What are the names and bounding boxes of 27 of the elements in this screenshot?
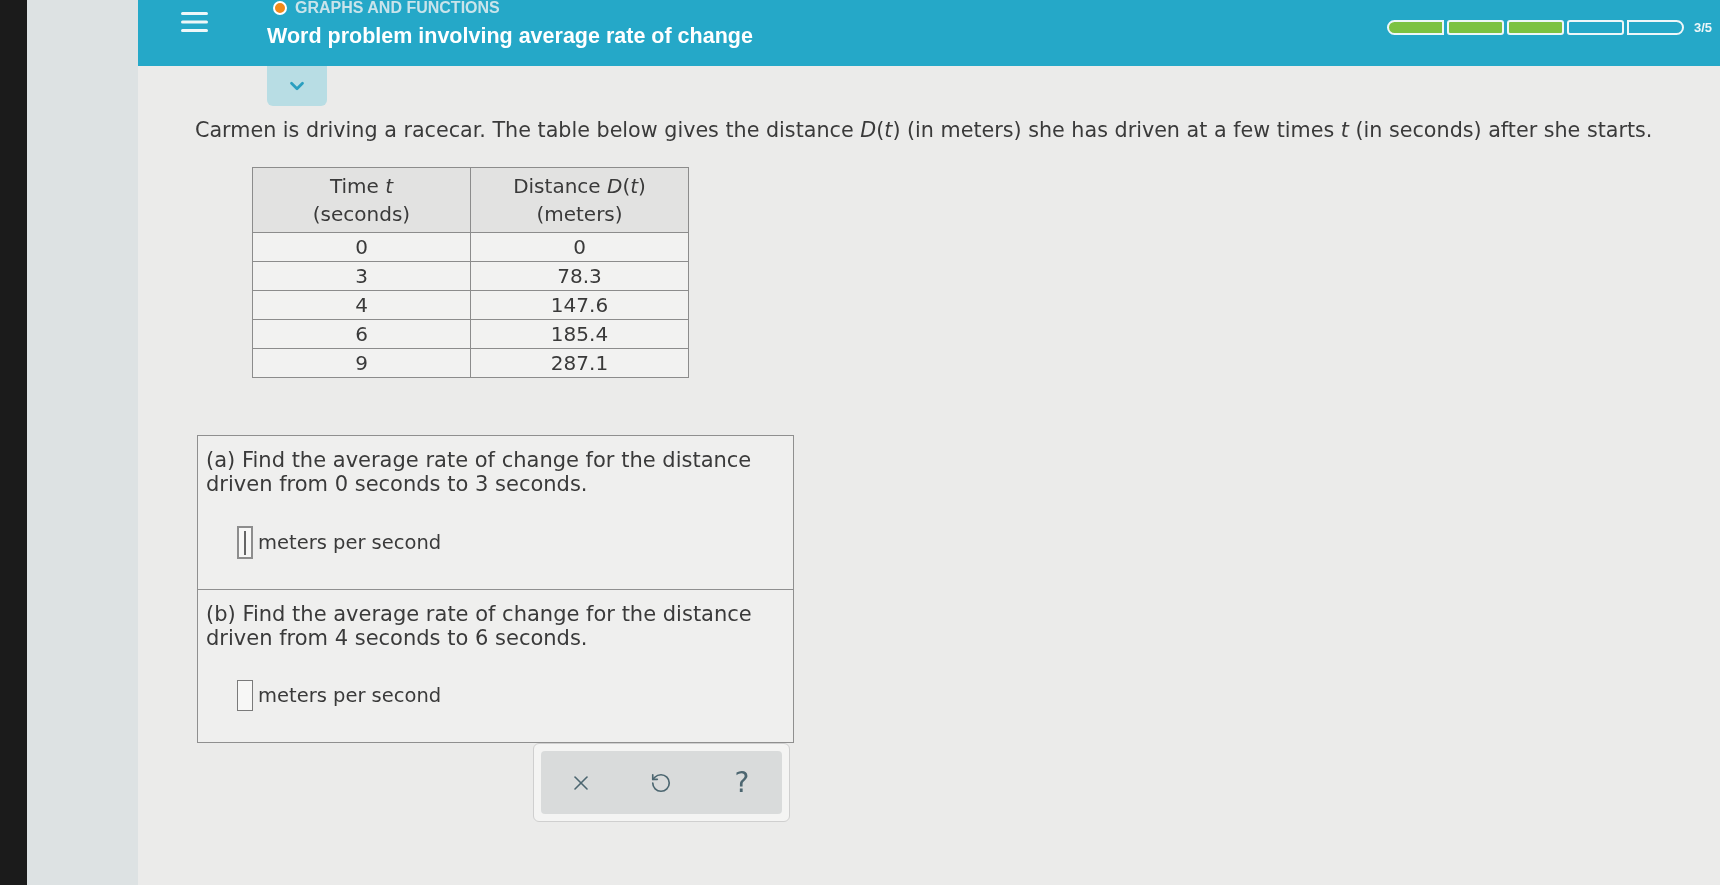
table-cell: 4 — [252, 290, 471, 320]
column-header: Time t (seconds) — [252, 167, 471, 233]
table-cell: 78.3 — [470, 261, 689, 291]
table-cell: 0 — [470, 232, 689, 262]
progress-label: 3/5 — [1693, 19, 1712, 37]
table-cell: 185.4 — [470, 319, 689, 349]
answer-field[interactable] — [237, 680, 253, 711]
question-text: (a) Find the average rate of change for the distance driven from 0 seconds to 3 seconds. — [206, 448, 753, 496]
menu-button[interactable] — [181, 11, 208, 33]
undo-icon — [650, 771, 673, 794]
page-title: Word problem involving average rate of change — [267, 23, 753, 49]
table-cell: 6 — [252, 319, 471, 349]
table-cell: 147.6 — [470, 290, 689, 320]
problem-text: Carmen is driving a racecar. The table below gives the distance D(t) (in meters) she has driven at a few times t (in seconds) after she starts. — [195, 117, 1653, 144]
table-cell: 9 — [252, 348, 471, 378]
table-cell: 3 — [252, 261, 471, 291]
column-header: Distance D(t) (meters) — [470, 167, 689, 233]
unit-label: meters per second — [258, 529, 442, 556]
menu-icon — [181, 11, 208, 33]
answer-field[interactable] — [237, 526, 253, 559]
question-text: (b) Find the average rate of change for the distance driven from 4 seconds to 6 seconds. — [206, 602, 753, 650]
table-cell: 0 — [252, 232, 471, 262]
dot-icon — [273, 0, 287, 15]
collapse-tab[interactable] — [267, 66, 327, 106]
table-cell: 287.1 — [470, 348, 689, 378]
category-label: GRAPHS AND FUNCTIONS — [295, 0, 500, 15]
unit-label: meters per second — [258, 682, 442, 709]
